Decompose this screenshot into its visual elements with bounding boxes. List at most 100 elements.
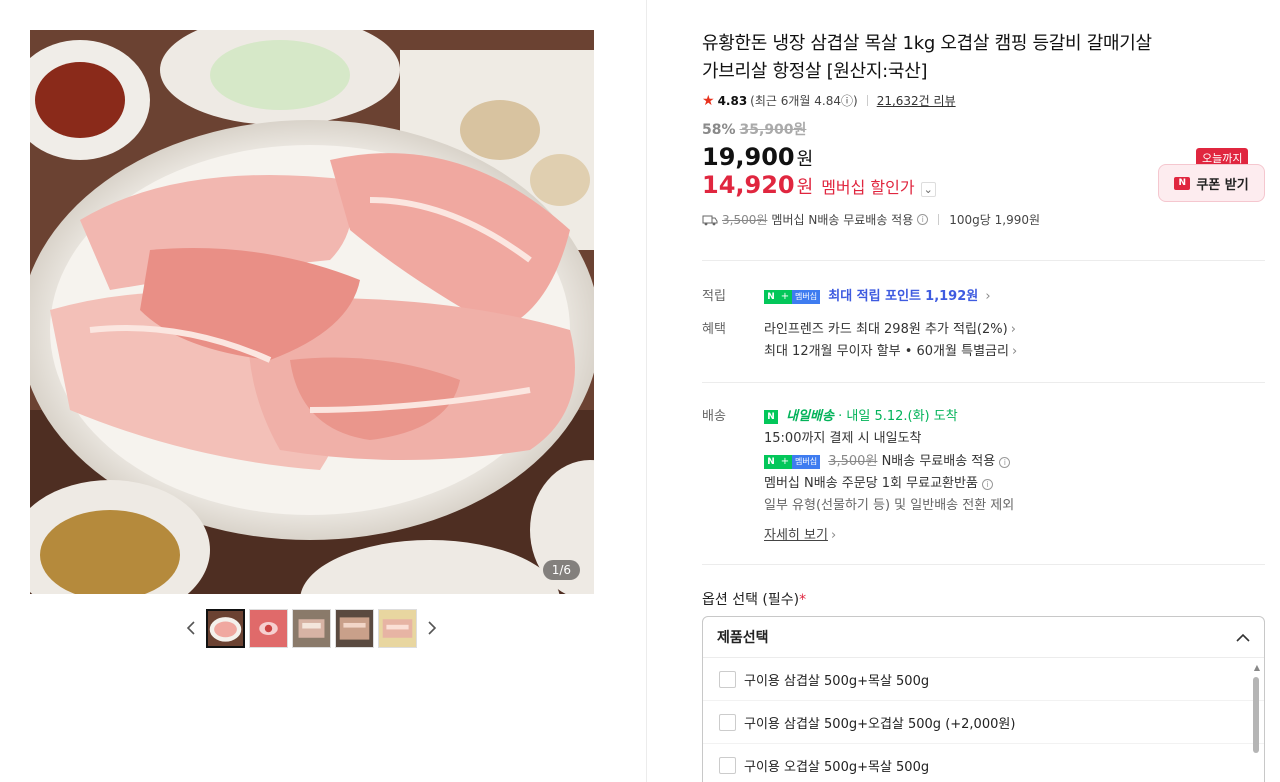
- chevron-right-icon: ›: [1010, 322, 1016, 337]
- delivery-free-text: N배송 무료배송 적용: [881, 454, 996, 469]
- npay-n: N: [764, 289, 778, 304]
- product-page: 1/6 유황한돈 냉장 삼겹살 목살 1kg 오겹살 캠핑 등갈비 갈매기살 가: [0, 0, 1280, 782]
- thumbnail-1[interactable]: [206, 608, 245, 648]
- chevron-up-icon: [1236, 633, 1250, 642]
- npay-plus: +: [778, 454, 792, 469]
- discount-row: 58% 35,900원: [702, 119, 1265, 139]
- thumb-next-button[interactable]: [421, 608, 443, 648]
- separator: [866, 95, 868, 106]
- option-select[interactable]: 제품선택 구이용 삼겹살 500g+목살 500g 구이용 삼겹살 500g+오…: [702, 616, 1265, 782]
- delivery-cutoff: 15:00까지 결제 시 내일도착: [764, 431, 922, 446]
- delivery-service: 내일배송: [786, 409, 834, 424]
- option-select-label: 제품선택: [717, 630, 769, 646]
- option-label: 구이용 오겹살 500g+목살 500g: [744, 759, 930, 775]
- delivery-service-row: N 내일배송 · 내일 5.12.(화) 도착: [764, 405, 958, 424]
- coupon-label: 쿠폰 받기: [1196, 177, 1249, 193]
- member-price: 14,920: [702, 171, 795, 199]
- thumbnail-2[interactable]: [249, 608, 288, 648]
- info-icon[interactable]: i: [999, 457, 1011, 468]
- option-scrollbar[interactable]: ▲: [1252, 663, 1260, 782]
- option-checkbox[interactable]: [719, 670, 736, 688]
- thumbnail-3[interactable]: [292, 608, 331, 648]
- option-label: 구이용 삼겹살 500g+목살 500g: [744, 673, 930, 689]
- chevron-right-icon: ›: [1011, 344, 1018, 359]
- separator: [938, 214, 940, 225]
- review-count-link[interactable]: 21,632건 리뷰: [877, 92, 956, 109]
- scroll-thumb[interactable]: [1253, 677, 1259, 753]
- option-title-text: 옵션 선택 (필수): [702, 592, 800, 608]
- main-product-image[interactable]: 1/6: [30, 30, 594, 594]
- star-icon: ★: [702, 92, 715, 109]
- delivery-label: 배송: [702, 409, 726, 424]
- npay-membership-badge: N + 멤버십: [764, 454, 821, 469]
- member-price-unit: 원: [796, 177, 814, 198]
- shipping-free-text: 멤버십 N배송 무료배송 적용: [771, 213, 914, 227]
- delivery-exchange: 멤버십 N배송 주문당 1회 무료교환반품: [764, 476, 978, 491]
- chevron-down-icon[interactable]: ⌄: [920, 182, 936, 197]
- points-value: 1,192원: [925, 289, 979, 304]
- npay-plus: +: [778, 289, 792, 304]
- points-row[interactable]: N + 멤버십 최대 적립 포인트 1,192원 ›: [764, 285, 991, 304]
- option-label: 구이용 삼겹살 500g+오겹살 500g (+2,000원): [744, 716, 1016, 732]
- perks-label: 혜택: [702, 322, 726, 337]
- chevron-right-icon: [428, 621, 437, 635]
- info-icon[interactable]: i: [982, 479, 994, 490]
- coupon-n-icon: N: [1174, 176, 1191, 190]
- divider: [702, 260, 1265, 261]
- option-title: 옵션 선택 (필수)*: [702, 589, 806, 609]
- npay-delivery-badge: N: [764, 409, 778, 424]
- rating-recent: (최근 6개월 4.84ⓘ): [750, 94, 858, 108]
- option-item[interactable]: 구이용 오겹살 500g+목살 500g: [703, 744, 1264, 782]
- thumbnail-4[interactable]: [335, 608, 374, 648]
- delivery-original-fee: 3,500원: [828, 454, 878, 469]
- perk-card-text: 라인프렌즈 카드 최대 298원 추가 적립(2%): [764, 322, 1008, 337]
- delivery-free-row: N + 멤버십 3,500원 N배송 무료배송 적용 i: [764, 450, 1011, 469]
- perk-installment-text: 최대 12개월 무이자 할부 • 60개월 특별금리: [764, 344, 1009, 359]
- scroll-up-icon[interactable]: ▲: [1254, 663, 1260, 672]
- coupon-button[interactable]: N 쿠폰 받기: [1158, 164, 1265, 202]
- npay-member: 멤버십: [792, 454, 821, 469]
- rating-value: 4.83: [717, 93, 748, 108]
- thumb-prev-button[interactable]: [180, 608, 202, 648]
- thumbnail-5[interactable]: [378, 608, 417, 648]
- truck-icon: [702, 214, 718, 226]
- shipping-summary: 3,500원 멤버십 N배송 무료배송 적용 i 100g당 1,990원: [702, 211, 1265, 228]
- product-title: 유황한돈 냉장 삼겹살 목살 1kg 오겹살 캠핑 등갈비 갈매기살 가브리살 …: [702, 30, 1265, 86]
- delivery-more-row[interactable]: 자세히 보기 ›: [764, 524, 836, 543]
- unit-price: 100g당 1,990원: [949, 213, 1041, 227]
- option-select-header[interactable]: 제품선택: [703, 617, 1264, 658]
- npay-n: N: [764, 409, 778, 424]
- sale-price: 19,900: [702, 143, 795, 171]
- chevron-right-icon: ›: [985, 289, 991, 304]
- divider: [702, 382, 1265, 383]
- discount-percent: 58%: [702, 122, 736, 138]
- pork-plate-illustration: [30, 30, 594, 594]
- required-mark: *: [799, 592, 807, 608]
- original-price: 35,900원: [739, 122, 807, 138]
- npay-member: 멤버십: [792, 289, 821, 304]
- delivery-exchange-row: 멤버십 N배송 주문당 1회 무료교환반품 i: [764, 472, 994, 491]
- option-checkbox[interactable]: [719, 713, 736, 731]
- perk-card-row[interactable]: 라인프렌즈 카드 최대 298원 추가 적립(2%) ›: [764, 318, 1016, 337]
- chevron-right-icon: ›: [830, 528, 837, 543]
- delivery-arrival: · 내일 5.12.(화) 도착: [838, 409, 958, 424]
- chevron-left-icon: [186, 621, 195, 635]
- thumbnail-strip: [180, 608, 443, 648]
- option-item[interactable]: 구이용 삼겹살 500g+목살 500g: [703, 658, 1264, 701]
- shipping-original-fee: 3,500원: [722, 213, 768, 227]
- delivery-more-link[interactable]: 자세히 보기: [764, 528, 828, 543]
- divider: [702, 564, 1265, 565]
- points-text: 최대 적립 포인트: [828, 289, 922, 304]
- title-line-1: 유황한돈 냉장 삼겹살 목살 1kg 오겹살 캠핑 등갈비 갈매기살: [702, 33, 1152, 54]
- member-price-label: 멤버십 할인가: [821, 178, 915, 197]
- perk-installment-row[interactable]: 최대 12개월 무이자 할부 • 60개월 특별금리 ›: [764, 340, 1017, 359]
- image-counter: 1/6: [542, 560, 580, 580]
- info-icon[interactable]: i: [917, 214, 929, 225]
- npay-n: N: [764, 454, 778, 469]
- option-item[interactable]: 구이용 삼겹살 500g+오겹살 500g (+2,000원): [703, 701, 1264, 744]
- points-label: 적립: [702, 289, 726, 304]
- delivery-exclusion: 일부 유형(선물하기 등) 및 일반배송 전환 제외: [764, 498, 1015, 513]
- option-checkbox[interactable]: [719, 756, 736, 774]
- npay-membership-badge: N + 멤버십: [764, 289, 821, 304]
- rating-row: ★ 4.83 (최근 6개월 4.84ⓘ) 21,632건 리뷰: [702, 92, 1265, 109]
